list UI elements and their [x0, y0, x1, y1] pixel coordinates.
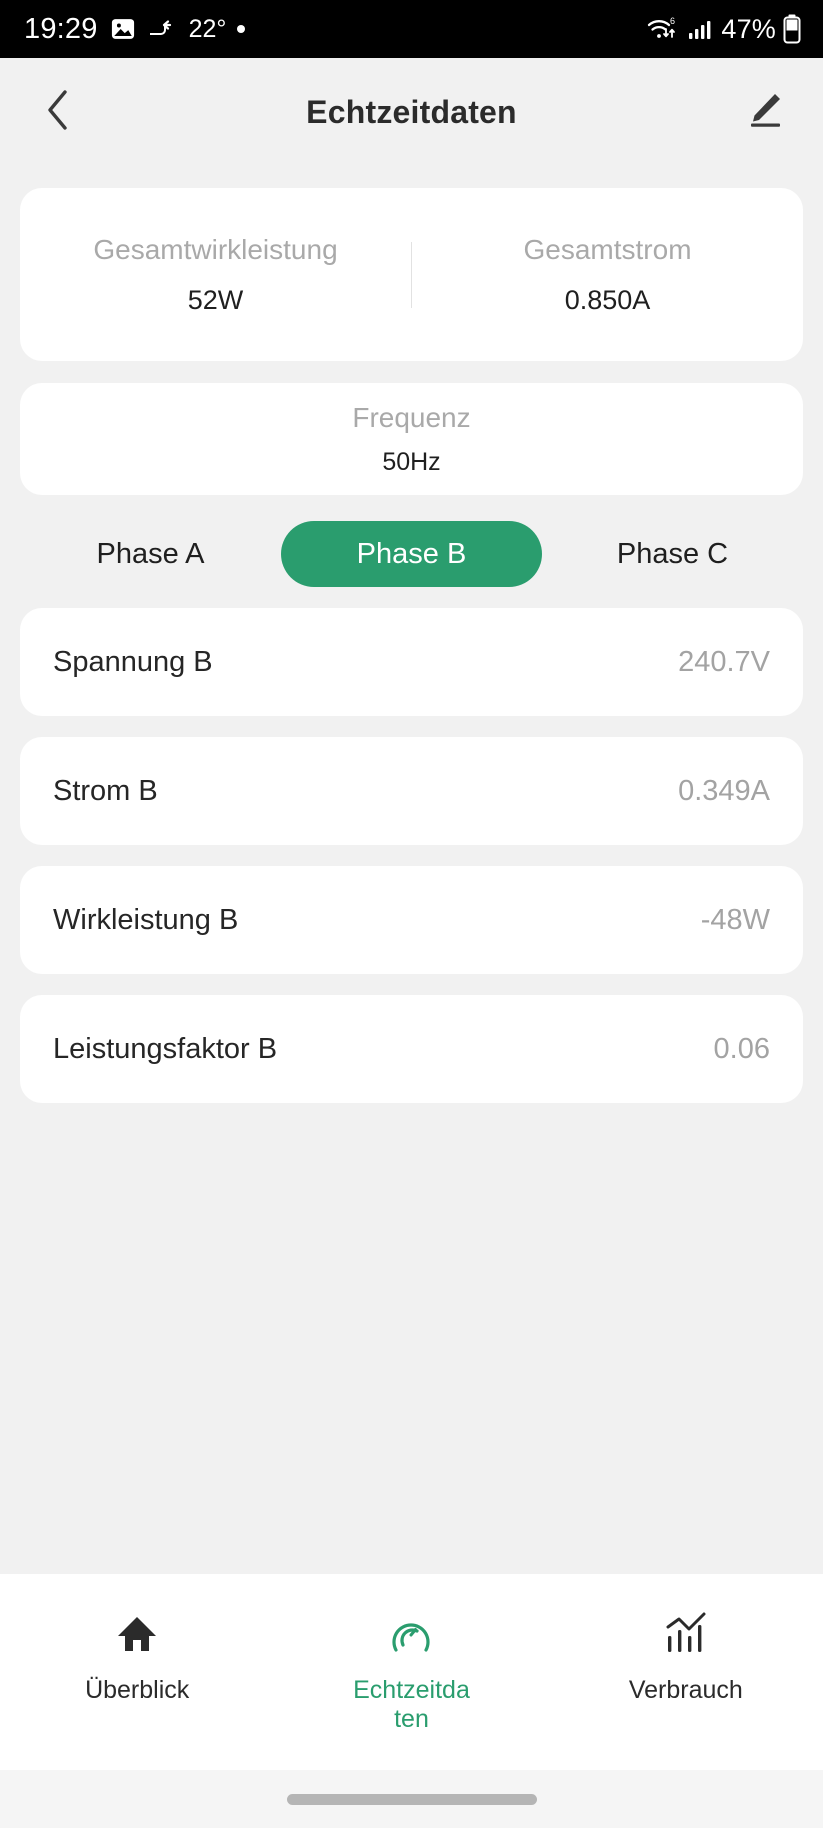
measurement-label: Leistungsfaktor B: [53, 1032, 278, 1065]
total-current-value: 0.850A: [564, 284, 651, 315]
measurement-label: Spannung B: [53, 645, 213, 678]
measurement-label: Strom B: [53, 774, 158, 807]
wifi6-data-icon: 6: [647, 15, 681, 43]
total-current-cell: Gesamtstrom 0.850A: [412, 234, 803, 316]
measurement-value: 0.349A: [678, 774, 770, 807]
dot-icon: [237, 25, 246, 33]
gesture-bar: [0, 1770, 823, 1828]
home-icon: [114, 1608, 160, 1660]
status-bar-temperature: 22°: [188, 14, 227, 43]
image-icon: [109, 15, 137, 43]
svg-text:6: 6: [670, 16, 675, 26]
measurement-value: 0.06: [713, 1032, 770, 1065]
gauge-icon: [387, 1608, 435, 1660]
status-bar-clock: 19:29: [24, 12, 98, 45]
table-row[interactable]: Strom B 0.349A: [20, 737, 803, 845]
bottom-navigation: Überblick Echtzeitdaten Verbrauch: [0, 1574, 823, 1770]
status-bar: 19:29 22° 6 47%: [0, 0, 823, 58]
chevron-left-icon: [41, 87, 75, 138]
back-button[interactable]: [30, 84, 86, 140]
home-indicator[interactable]: [286, 1793, 537, 1805]
nav-item-verbrauch[interactable]: Verbrauch: [549, 1608, 823, 1705]
tab-phase-c[interactable]: Phase C: [542, 521, 803, 587]
app-header: Echtzeitdaten: [0, 58, 823, 166]
frequency-value: 50Hz: [382, 447, 441, 476]
page-title: Echtzeitdaten: [306, 93, 517, 130]
summary-card: Gesamtwirkleistung 52W Gesamtstrom 0.850…: [20, 188, 803, 361]
edit-button[interactable]: [737, 84, 793, 140]
bar-chart-icon: [662, 1608, 710, 1660]
table-row[interactable]: Leistungsfaktor B 0.06: [20, 995, 803, 1103]
phase-tab-bar: Phase A Phase B Phase C: [20, 521, 803, 587]
table-row[interactable]: Wirkleistung B -48W: [20, 866, 803, 974]
measurement-value: -48W: [700, 903, 770, 936]
arrow-redirect-icon: [148, 17, 178, 41]
content-area: Gesamtwirkleistung 52W Gesamtstrom 0.850…: [0, 166, 823, 1574]
tab-phase-a[interactable]: Phase A: [20, 521, 281, 587]
frequency-label: Frequenz: [352, 401, 471, 433]
battery-icon: [783, 14, 801, 44]
battery-percent-label: 47%: [721, 13, 776, 44]
table-row[interactable]: Spannung B 240.7V: [20, 608, 803, 716]
pencil-edit-icon: [744, 89, 786, 136]
total-current-label: Gesamtstrom: [523, 233, 692, 265]
frequency-card: Frequenz 50Hz: [20, 383, 803, 495]
nav-label: Überblick: [85, 1676, 190, 1704]
status-bar-right: 6 47%: [647, 14, 801, 45]
cellular-signal-icon: [688, 16, 714, 42]
measurement-label: Wirkleistung B: [53, 903, 239, 936]
measurement-value: 240.7V: [678, 645, 770, 678]
nav-label: Echtzeitdaten: [353, 1676, 470, 1733]
total-power-cell: Gesamtwirkleistung 52W: [20, 234, 411, 316]
nav-item-echtzeitdaten[interactable]: Echtzeitdaten: [274, 1608, 548, 1734]
total-power-label: Gesamtwirkleistung: [93, 233, 338, 265]
nav-item-uberblick[interactable]: Überblick: [0, 1608, 274, 1705]
status-bar-left: 19:29 22°: [24, 12, 246, 46]
nav-label: Verbrauch: [628, 1676, 743, 1704]
app-screen: 19:29 22° 6 47% Echtzeitdaten Gesamtwirk…: [0, 0, 823, 1828]
total-power-value: 52W: [187, 284, 244, 315]
tab-phase-b[interactable]: Phase B: [281, 521, 542, 587]
